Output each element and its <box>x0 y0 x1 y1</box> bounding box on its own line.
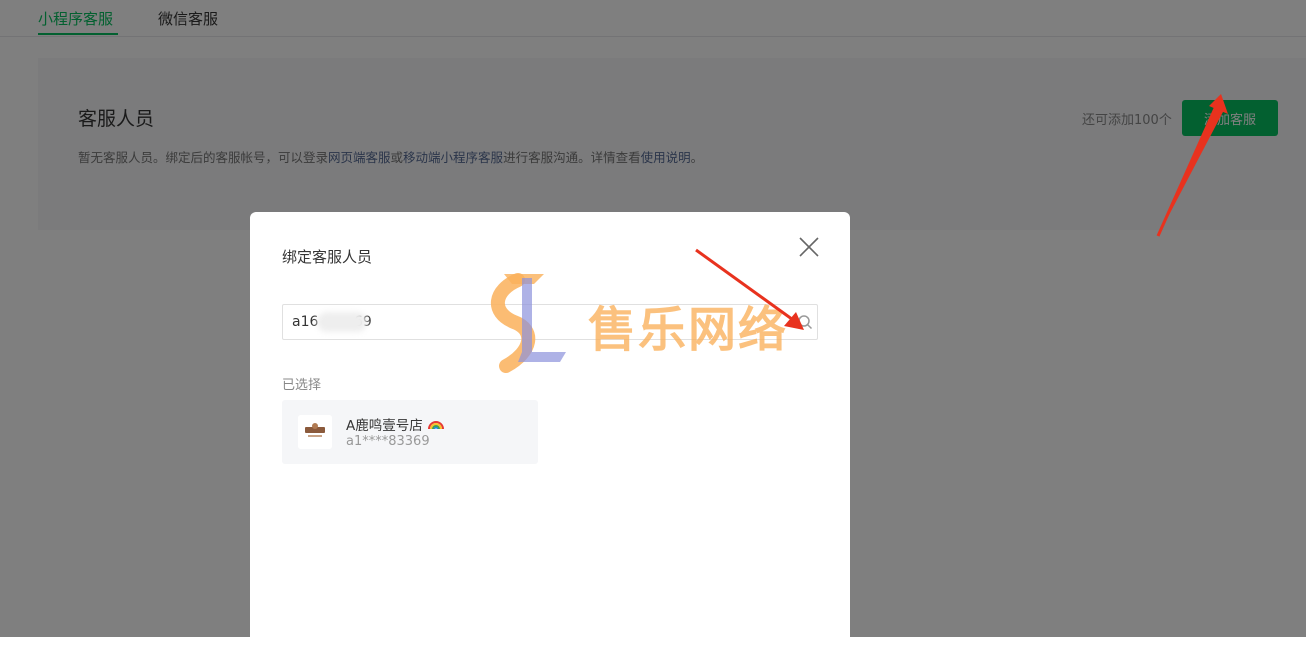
bind-staff-dialog: 绑定客服人员 已选择 A鹿鸣壹号店 <box>250 212 850 652</box>
redacted-blur <box>317 312 367 332</box>
account-name: A鹿鸣壹号店 <box>346 418 423 434</box>
selected-label: 已选择 <box>282 378 322 393</box>
selected-account-card[interactable]: A鹿鸣壹号店 a1****83369 <box>282 400 538 464</box>
search-icon[interactable] <box>797 314 813 330</box>
close-icon[interactable] <box>796 234 822 260</box>
account-search-box <box>282 304 818 340</box>
account-search-input[interactable] <box>292 305 792 339</box>
avatar <box>298 415 332 449</box>
rainbow-icon <box>428 415 444 430</box>
account-id: a1****83369 <box>346 434 430 449</box>
dialog-title: 绑定客服人员 <box>282 248 373 266</box>
